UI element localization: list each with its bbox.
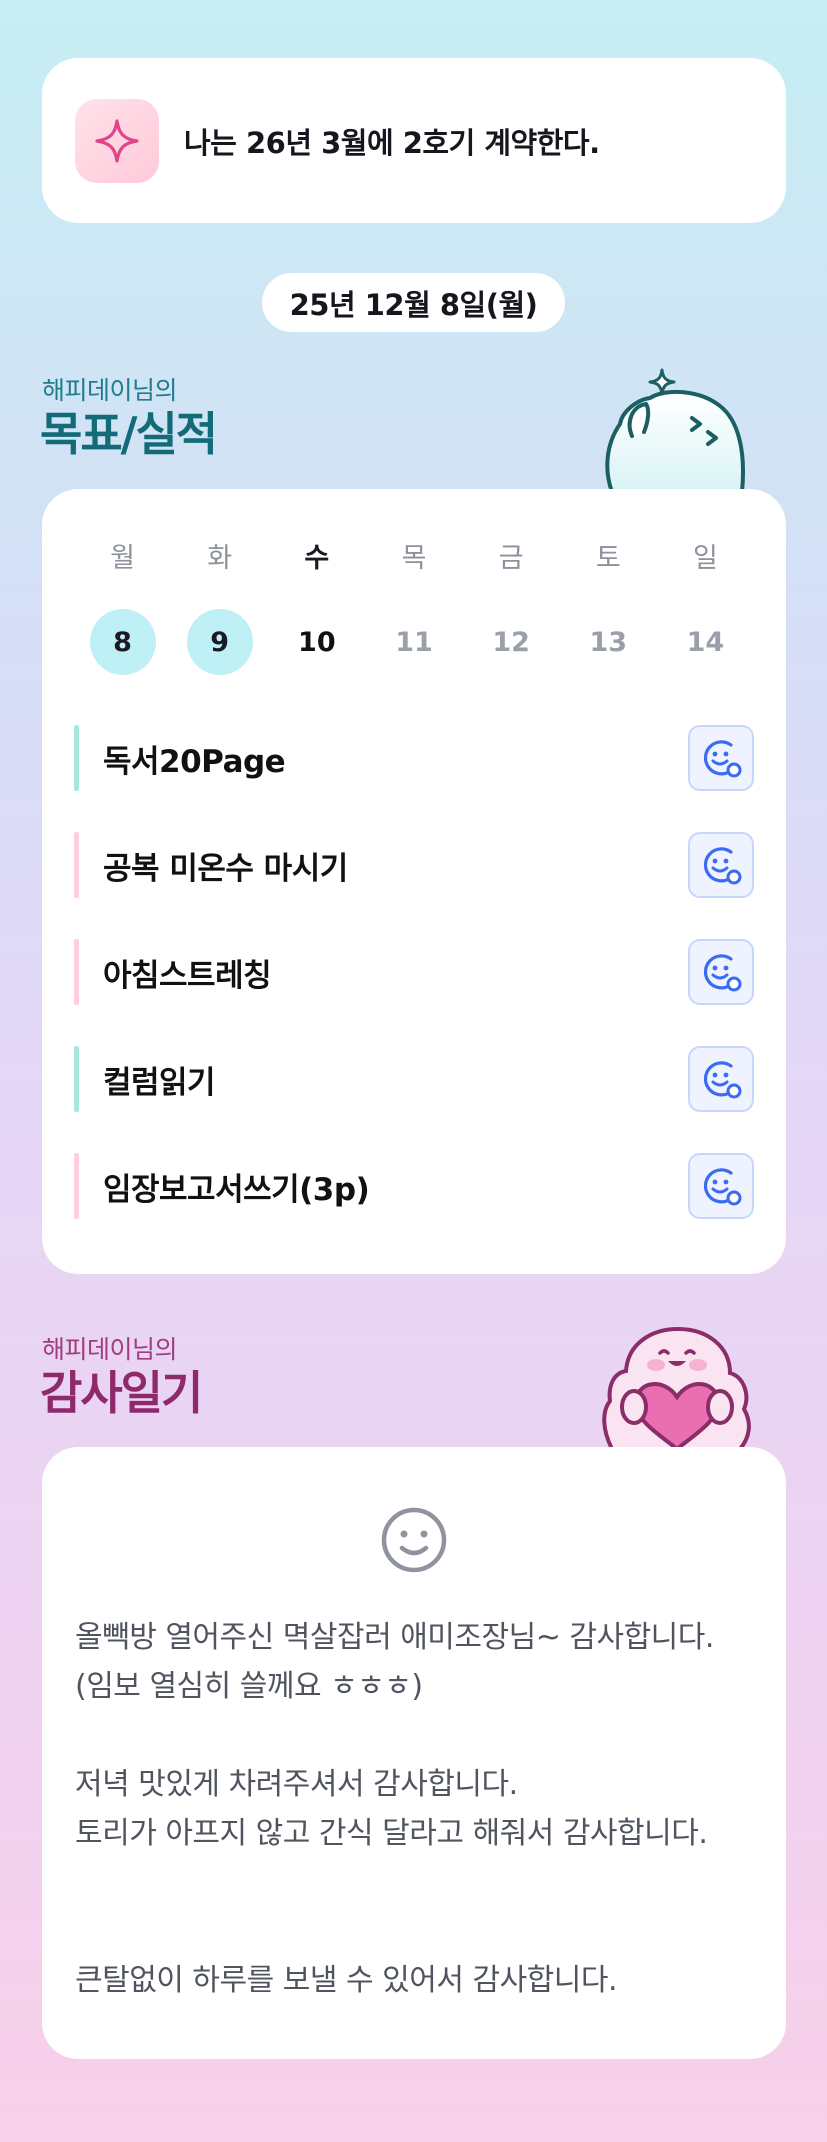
goals-section-title: 목표/실적 bbox=[40, 407, 218, 461]
weekday-label: 월 bbox=[110, 542, 135, 574]
gratitude-card: 올빽방 열어주신 멱살잡러 애미조장님~ 감사합니다. (임보 열심히 쓸께요 … bbox=[42, 1447, 786, 2059]
weekday-label: 목 bbox=[401, 542, 427, 574]
task-item[interactable]: 컬럼읽기 bbox=[74, 1026, 754, 1133]
gratitude-line bbox=[75, 1711, 765, 1760]
smile-check-icon[interactable] bbox=[688, 1046, 754, 1112]
task-color-bar bbox=[74, 725, 79, 791]
date-button[interactable]: 9 bbox=[186, 609, 253, 675]
date-button[interactable]: 8 bbox=[89, 609, 156, 675]
task-label: 독서20Page bbox=[103, 744, 286, 780]
task-item[interactable]: 독서20Page bbox=[74, 705, 754, 812]
date-button[interactable]: 10 bbox=[284, 609, 350, 675]
task-label: 공복 미온수 마시기 bbox=[103, 851, 348, 887]
weekday-label: 토 bbox=[595, 542, 621, 574]
date-button[interactable]: 12 bbox=[478, 609, 544, 675]
date-button[interactable]: 11 bbox=[381, 609, 447, 675]
task-label: 아침스트레칭 bbox=[103, 958, 272, 994]
gratitude-line bbox=[75, 1907, 765, 1956]
task-item[interactable]: 임장보고서쓰기(3p) bbox=[74, 1133, 754, 1240]
gratitude-line: 토리가 아프지 않고 간식 달라고 해줘서 감사합니다. bbox=[75, 1816, 708, 1851]
smile-check-icon[interactable] bbox=[688, 832, 754, 898]
sparkle-icon bbox=[75, 98, 159, 183]
date-row: 8 9 10 11 12 13 14 bbox=[74, 609, 754, 675]
gratitude-line: (임보 열심히 쓸께요 ㅎㅎㅎ) bbox=[75, 1669, 423, 1704]
task-label: 컬럼읽기 bbox=[103, 1065, 216, 1101]
ghost-mascot bbox=[605, 368, 745, 492]
goal-banner[interactable]: 나는 26년 3월에 2호기 계약한다. bbox=[42, 58, 786, 223]
weekday-label: 수 bbox=[304, 542, 330, 574]
task-list: 독서20Page 공복 미온수 마시기 아침스트레칭 컬럼읽기 임장보고서쓰기(… bbox=[74, 705, 754, 1240]
task-color-bar bbox=[74, 939, 79, 1005]
weekday-label: 일 bbox=[692, 542, 718, 574]
weekday-label: 화 bbox=[207, 542, 233, 574]
goals-card: 월 화 수 목 금 토 일 8 9 10 11 12 13 14 독서20Pag… bbox=[42, 489, 786, 1274]
task-color-bar bbox=[74, 832, 79, 898]
date-button[interactable]: 13 bbox=[575, 609, 641, 675]
gratitude-line: 올빽방 열어주신 멱살잡러 애미조장님~ 감사합니다. bbox=[75, 1620, 714, 1655]
task-item[interactable]: 공복 미온수 마시기 bbox=[74, 812, 754, 919]
date-pill[interactable]: 25년 12월 8일(월) bbox=[262, 273, 565, 332]
task-color-bar bbox=[74, 1046, 79, 1112]
task-label: 임장보고서쓰기(3p) bbox=[103, 1172, 370, 1208]
smile-check-icon[interactable] bbox=[688, 725, 754, 791]
goal-text: 나는 26년 3월에 2호기 계약한다. bbox=[184, 125, 600, 160]
smile-check-icon[interactable] bbox=[688, 1153, 754, 1219]
thanks-section-title: 감사일기 bbox=[40, 1366, 203, 1420]
task-color-bar bbox=[74, 1153, 79, 1219]
date-button[interactable]: 14 bbox=[672, 609, 738, 675]
gratitude-line bbox=[75, 1858, 765, 1907]
smile-check-icon[interactable] bbox=[688, 939, 754, 1005]
gratitude-line: 저녁 맛있게 차려주셔서 감사합니다. bbox=[75, 1767, 518, 1802]
gratitude-text: 올빽방 열어주신 멱살잡러 애미조장님~ 감사합니다. (임보 열심히 쓸께요 … bbox=[75, 1613, 765, 2005]
week-calendar: 월 화 수 목 금 토 일 8 9 10 11 12 13 14 bbox=[74, 537, 754, 675]
smile-icon bbox=[381, 1507, 447, 1573]
weekday-label: 금 bbox=[498, 542, 524, 574]
heart-mascot bbox=[602, 1326, 751, 1449]
task-item[interactable]: 아침스트레칭 bbox=[74, 919, 754, 1026]
gratitude-line: 큰탈없이 하루를 보낼 수 있어서 감사합니다. bbox=[75, 1963, 618, 1998]
weekday-row: 월 화 수 목 금 토 일 bbox=[74, 537, 754, 574]
